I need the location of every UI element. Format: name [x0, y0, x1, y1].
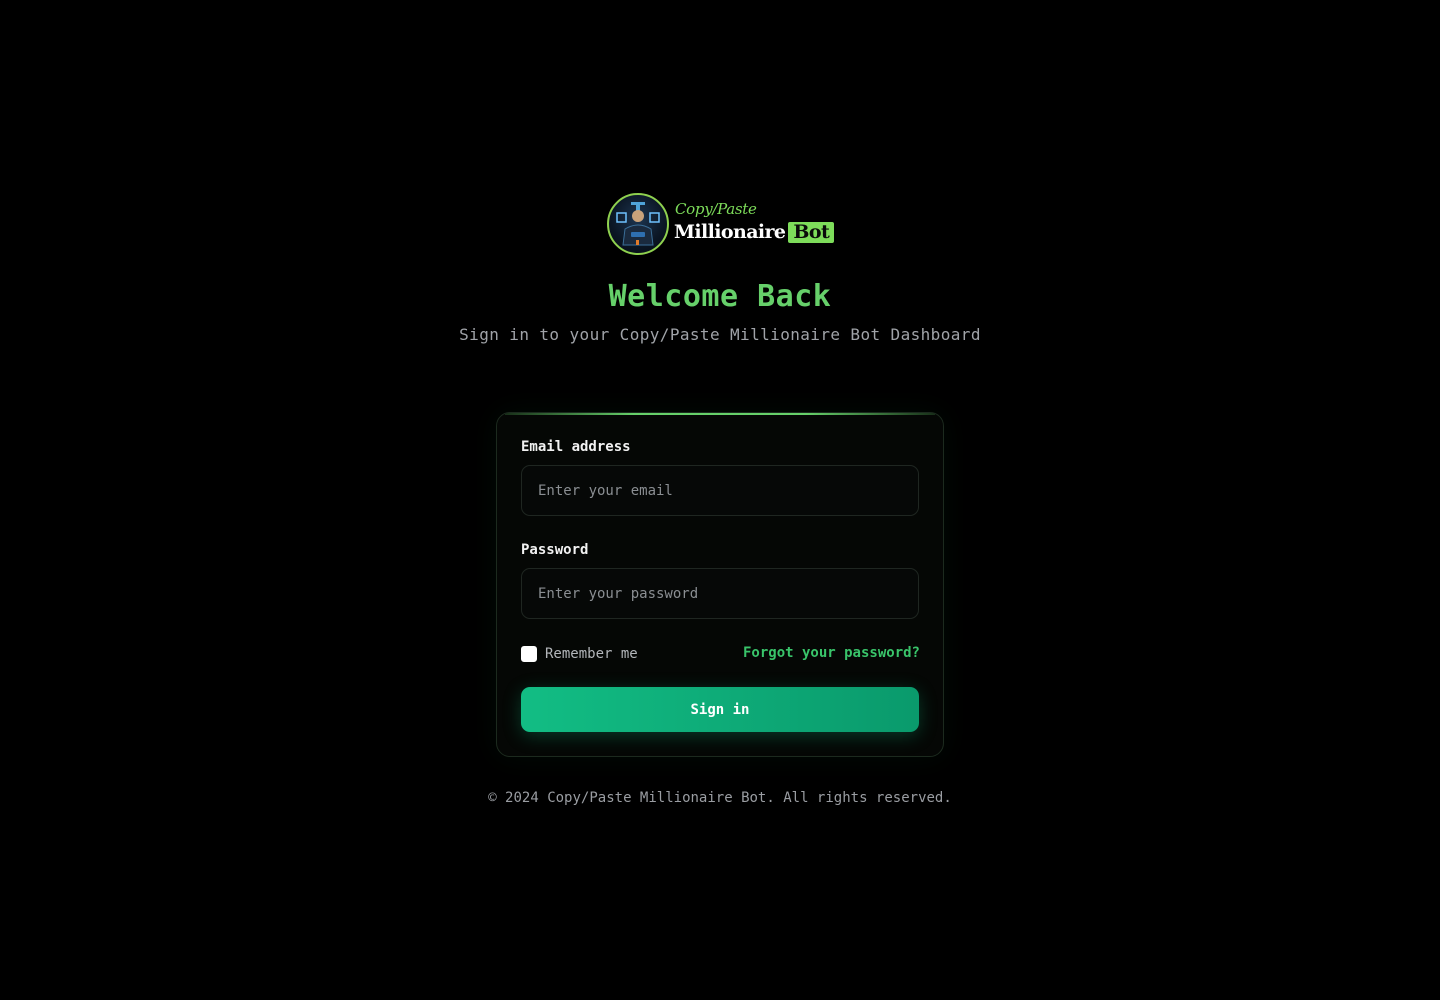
page-title: Welcome Back [608, 279, 832, 314]
brand-main-text: Millionaire [674, 221, 786, 243]
login-page: Copy/Paste Millionaire Bot Welcome Back S… [0, 0, 1440, 1000]
card-accent-line [505, 413, 935, 415]
page-subtitle: Sign in to your Copy/Paste Millionaire B… [459, 325, 981, 344]
brand-name: Millionaire Bot [674, 221, 835, 243]
brand-logo: Copy/Paste Millionaire Bot [606, 192, 836, 256]
email-field[interactable] [521, 465, 919, 516]
email-label: Email address [521, 439, 631, 455]
login-form: Email address Password Remember me Forgo… [496, 412, 944, 757]
footer-copyright: © 2024 Copy/Paste Millionaire Bot. All r… [488, 790, 952, 806]
brand-badge: Bot [788, 222, 835, 243]
remember-me-label[interactable]: Remember me [545, 646, 638, 662]
remember-me-checkbox[interactable] [521, 646, 537, 662]
remember-me: Remember me [521, 645, 638, 663]
forgot-password-link[interactable]: Forgot your password? [743, 645, 920, 661]
robot-avatar-icon [607, 193, 669, 255]
brand-script: Copy/Paste [675, 200, 757, 218]
password-field[interactable] [521, 568, 919, 619]
sign-in-button[interactable]: Sign in [521, 687, 919, 732]
password-label: Password [521, 542, 589, 558]
